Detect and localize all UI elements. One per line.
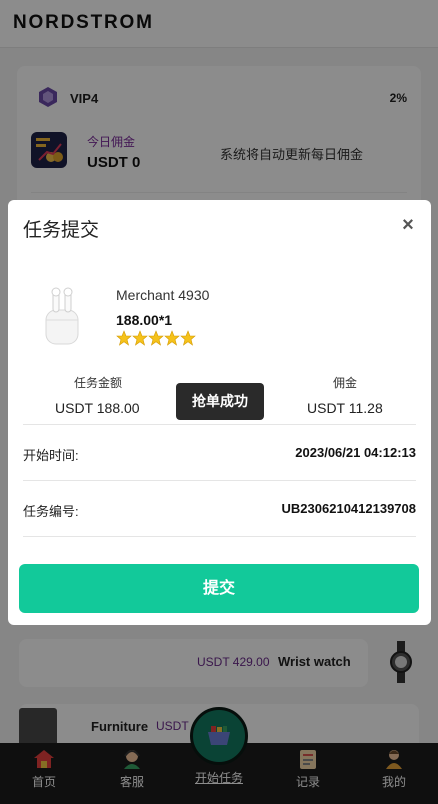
commission-label: 佣金 [333,376,358,390]
submit-button[interactable]: 提交 [19,564,419,613]
star-icon [164,330,180,346]
divider [23,536,416,537]
star-icon [132,330,148,346]
start-time-label: 开始时间: [23,448,79,463]
task-amount-value: USDT 188.00 [55,400,140,416]
task-amount-label: 任务金额 [74,376,123,390]
rating-stars [116,330,196,348]
modal-title: 任务提交 [23,220,100,241]
task-submit-modal: 任务提交 × Merchant 4930 188.00*1 任务金额 USDT … [8,200,431,625]
success-toast: 抢单成功 [176,383,264,420]
price-quantity: 188.00*1 [116,312,173,328]
close-icon[interactable]: × [399,215,417,235]
task-number-label: 任务编号: [23,504,79,519]
star-icon [116,330,132,346]
commission-value: USDT 11.28 [307,400,383,416]
divider [23,424,416,425]
star-icon [148,330,164,346]
start-time-value: 2023/06/21 04:12:13 [295,445,416,460]
star-icon [180,330,196,346]
divider [23,480,416,481]
merchant-name: Merchant 4930 [116,287,210,303]
airpods-product-image [45,287,79,345]
task-number-value: UB2306210412139708 [281,501,416,516]
